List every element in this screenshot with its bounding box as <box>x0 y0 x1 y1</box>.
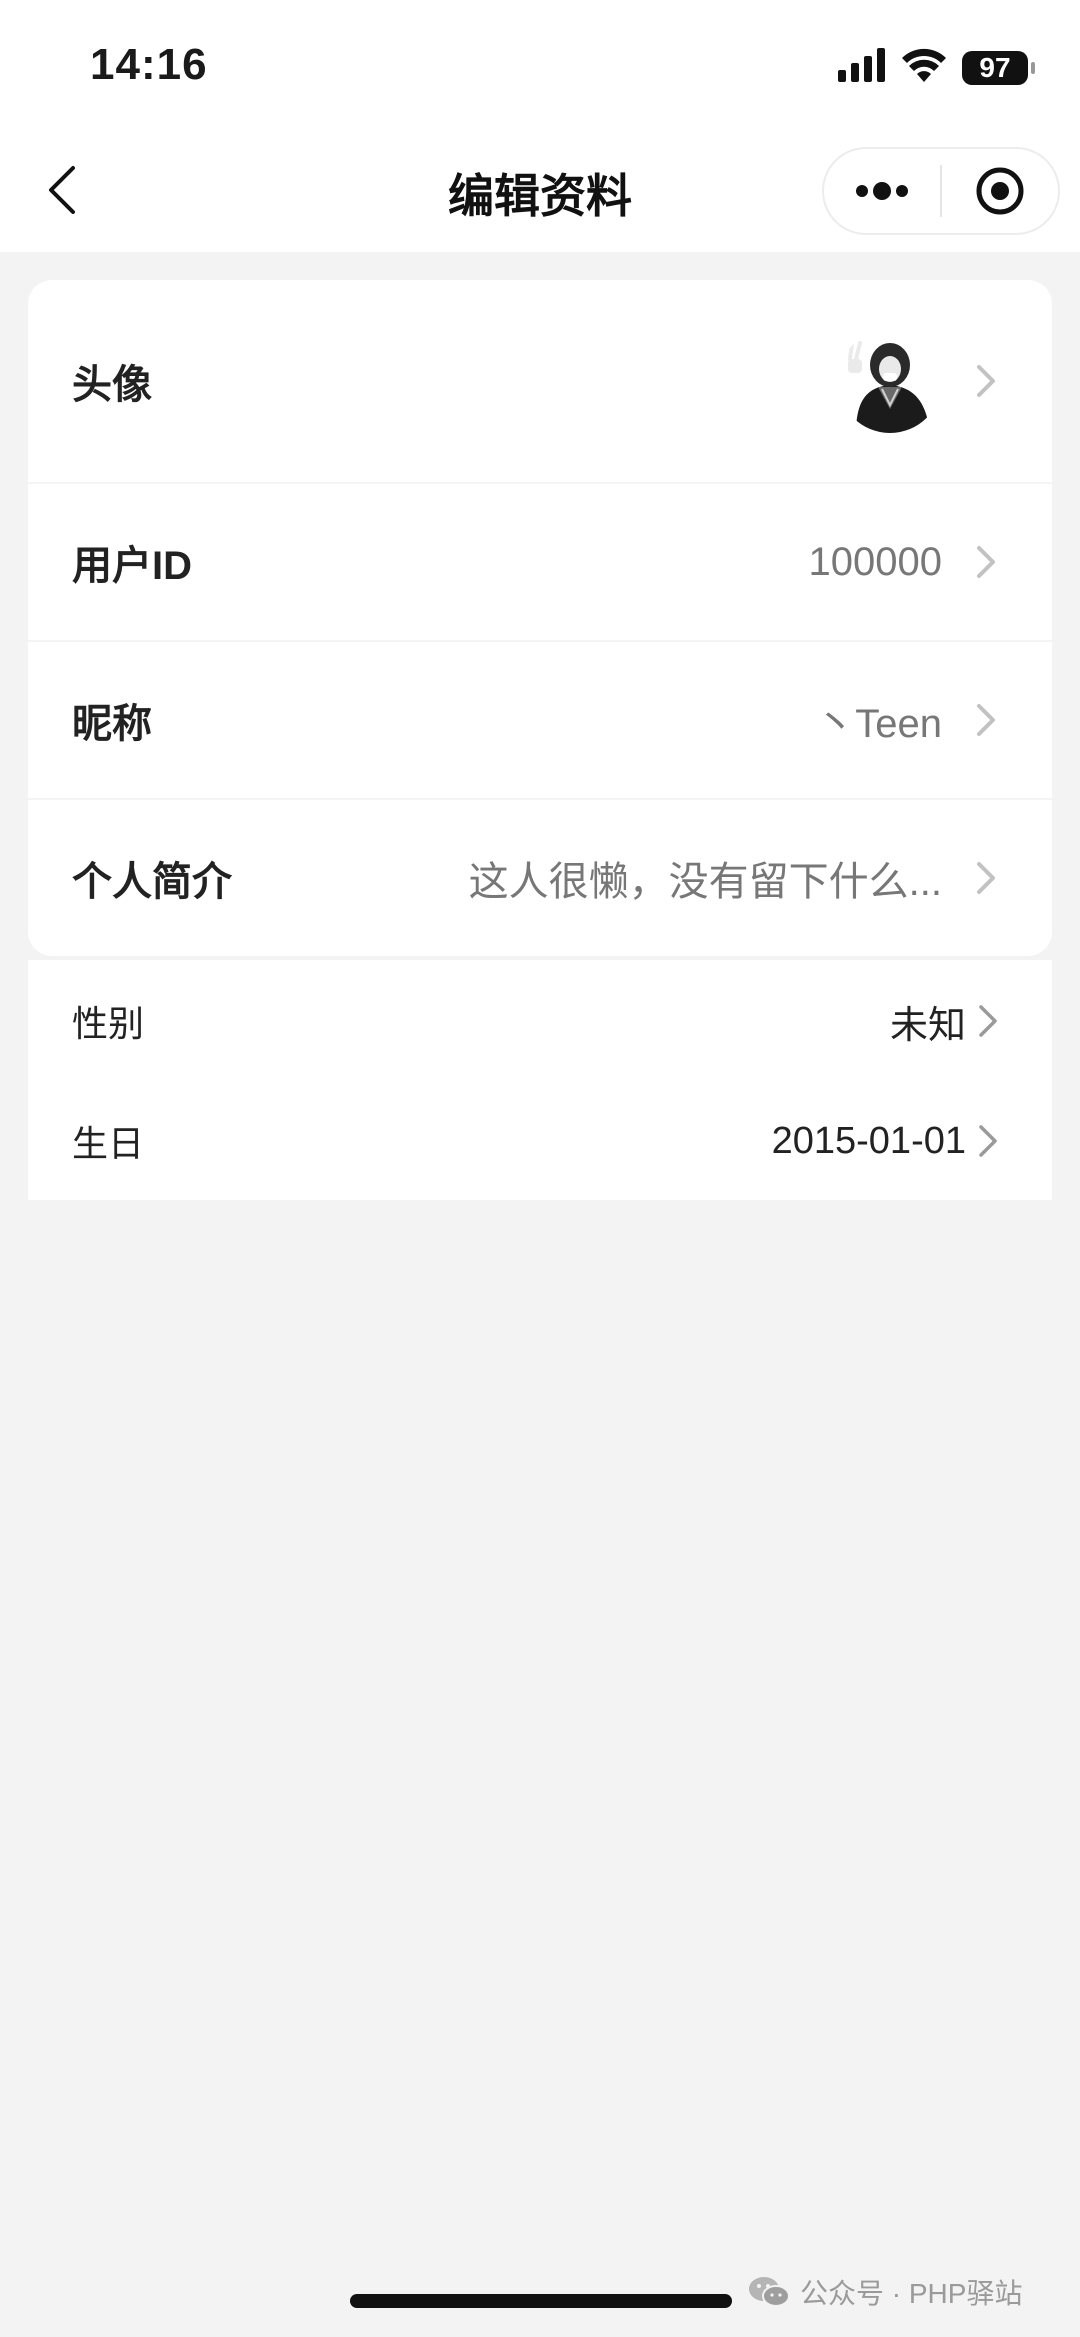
nickname-label: 昵称 <box>72 702 152 746</box>
more-dots-icon <box>856 182 908 200</box>
status-time: 14:16 <box>90 40 208 89</box>
close-button[interactable] <box>942 149 1058 233</box>
watermark-text: 公众号 · PHP驿站 <box>800 2278 1023 2309</box>
bio-row[interactable]: 个人简介 这人很懒，没有留下什么... <box>28 800 1052 956</box>
nickname-value: 丶Teen <box>815 702 942 746</box>
extra-info-card: 性别 未知 生日 2015-01-01 <box>28 960 1052 1200</box>
chevron-right-icon <box>976 1121 1000 1161</box>
gender-row[interactable]: 性别 未知 <box>28 960 1052 1082</box>
avatar-label: 头像 <box>72 363 152 407</box>
birthday-row[interactable]: 生日 2015-01-01 <box>28 1082 1052 1200</box>
header: 14:16 97 编辑资料 <box>0 0 1080 252</box>
more-button[interactable] <box>824 149 940 233</box>
close-target-icon <box>976 167 1024 215</box>
signal-icon <box>838 48 886 87</box>
watermark: 公众号 · PHP驿站 <box>748 2272 1022 2312</box>
chevron-right-icon <box>976 1001 1000 1041</box>
birthday-value: 2015-01-01 <box>771 1119 966 1162</box>
chevron-right-icon <box>974 858 998 898</box>
chevron-right-icon <box>974 700 998 740</box>
avatar-row[interactable]: 头像 <box>28 280 1052 482</box>
mini-program-capsule <box>822 147 1060 235</box>
user-id-value: 100000 <box>808 539 942 584</box>
bio-label: 个人简介 <box>72 860 232 904</box>
wechat-icon <box>749 2277 790 2307</box>
status-icons: 97 <box>838 48 1035 87</box>
avatar[interactable] <box>838 329 942 433</box>
gender-value: 未知 <box>889 1004 966 1047</box>
user-id-row[interactable]: 用户ID 100000 <box>28 484 1052 640</box>
battery-icon: 97 <box>962 50 1035 85</box>
gender-label: 性别 <box>72 1003 145 1044</box>
nickname-row[interactable]: 昵称 丶Teen <box>28 642 1052 798</box>
wifi-icon <box>902 48 946 87</box>
profile-card: 头像 用户ID 100000 昵称 丶Teen 个人简介 这人很懒，没有留下什么… <box>28 280 1052 956</box>
birthday-label: 生日 <box>72 1123 145 1164</box>
chevron-right-icon <box>974 542 998 582</box>
bio-value: 这人很懒，没有留下什么... <box>468 860 942 904</box>
home-indicator <box>350 2294 732 2308</box>
user-id-label: 用户ID <box>72 544 192 588</box>
chevron-right-icon <box>974 361 998 401</box>
